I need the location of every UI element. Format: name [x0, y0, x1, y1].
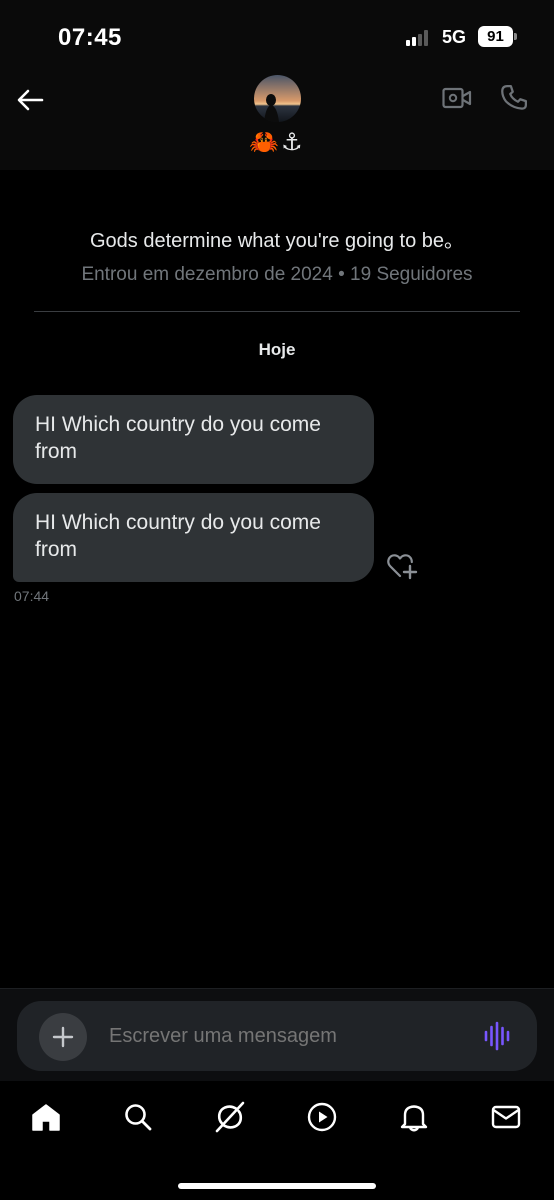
nav-search[interactable] [116, 1095, 160, 1139]
battery-level: 91 [487, 28, 504, 45]
avatar[interactable] [254, 75, 301, 122]
voice-call-button[interactable] [496, 82, 532, 114]
back-button[interactable] [12, 82, 48, 118]
message-composer [17, 1001, 537, 1071]
status-time: 07:45 [58, 24, 122, 51]
chat-header: 🦀⚓ [0, 70, 554, 170]
message-bubble[interactable]: HI Which country do you come from [13, 493, 374, 582]
grok-icon [215, 1101, 245, 1133]
message-timestamp: 07:44 [14, 588, 50, 604]
signal-strength-icon [406, 30, 428, 46]
battery-icon: 91 [478, 26, 513, 47]
bell-icon [400, 1105, 428, 1132]
nav-messages[interactable] [484, 1095, 528, 1139]
network-type: 5G [442, 27, 467, 47]
nav-home[interactable] [24, 1095, 68, 1139]
home-icon [32, 1104, 60, 1131]
message-input[interactable] [109, 1019, 459, 1053]
attach-button[interactable] [39, 1013, 87, 1061]
home-indicator[interactable] [178, 1183, 376, 1189]
play-icon [307, 1102, 337, 1132]
profile-bio: Gods determine what you're going to be。 [89, 230, 465, 252]
avatar-image [254, 75, 301, 122]
phone-icon [501, 85, 527, 110]
video-call-button[interactable] [440, 82, 474, 114]
message-text: HI Which country do you come from [35, 413, 321, 463]
back-arrow-icon [17, 89, 44, 111]
message-bubble[interactable]: HI Which country do you come from [13, 395, 374, 484]
voice-message-button[interactable] [477, 1017, 517, 1055]
plus-icon [52, 1026, 74, 1048]
profile-meta: Entrou em dezembro de 2024 • 19 Seguidor… [81, 264, 473, 285]
add-reaction-button[interactable] [386, 550, 418, 582]
video-camera-icon [442, 87, 472, 109]
voice-waveform-icon [484, 1021, 510, 1051]
divider [34, 311, 520, 312]
nav-grok[interactable] [208, 1095, 252, 1139]
nav-video[interactable] [300, 1095, 344, 1139]
heart-plus-icon [387, 554, 418, 580]
nav-notifications[interactable] [392, 1095, 436, 1139]
battery-tip [514, 33, 517, 40]
bottom-nav [0, 1081, 554, 1200]
message-text: HI Which country do you come from [35, 511, 321, 561]
mail-icon [491, 1105, 521, 1129]
composer-bar [0, 988, 554, 1081]
status-bar: 07:45 5G 91 [0, 0, 554, 70]
contact-display-name[interactable]: 🦀⚓ [0, 128, 554, 158]
date-separator: Hoje [258, 340, 296, 359]
search-icon [125, 1104, 152, 1131]
